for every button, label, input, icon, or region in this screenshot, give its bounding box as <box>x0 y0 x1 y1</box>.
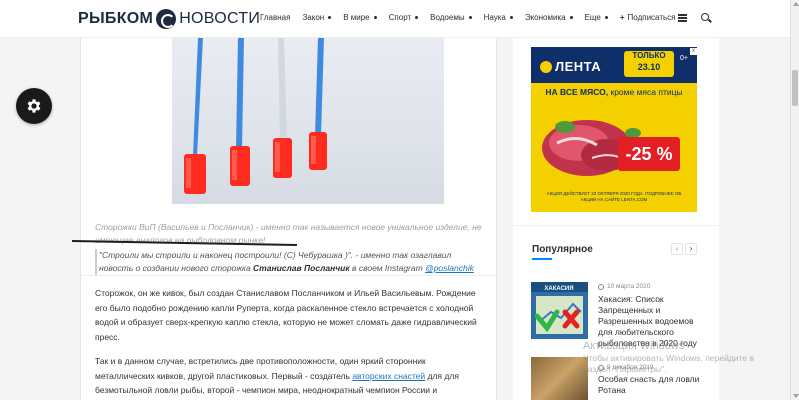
nav-item-science[interactable]: Наука <box>484 13 513 22</box>
subscribe-button[interactable]: + Подписаться <box>620 13 676 22</box>
sidebar-gap <box>497 38 513 400</box>
ad-discount-badge: -25 % <box>618 137 680 171</box>
nav-label: Еще <box>584 13 601 22</box>
ad-fine-print: АКЦИЯ ДЕЙСТВУЕТ 23 ОКТЯБРЯ 2020 ГОДА. ПО… <box>546 191 682 202</box>
subscribe-label: Подписаться <box>627 13 676 22</box>
dropdown-dot-icon <box>328 16 332 19</box>
watermark-subtitle: Чтобы активировать Windows, перейдите в … <box>583 353 754 374</box>
article-paragraph: Сторожок, он же кивок, был создан Станис… <box>95 288 477 342</box>
nav-item-waters[interactable]: Водоемы <box>430 13 472 22</box>
ad-close-icon[interactable]: x <box>690 48 697 55</box>
popular-item-date: 10 марта 2020 <box>598 283 650 290</box>
nav-item-home[interactable]: Главная <box>260 13 290 22</box>
nav-label: Закон <box>302 13 325 22</box>
quote-author: Станислав Посланчик <box>253 263 350 273</box>
nav-item-world[interactable]: В мире <box>343 13 377 22</box>
ad-date-badge: ТОЛЬКО 23.10 <box>624 51 674 77</box>
ad-offer-text: НА ВСЕ МЯСО, кроме мяса птицы <box>531 87 697 97</box>
author-tackle-link[interactable]: авторских снастей <box>352 371 425 381</box>
logo-icon <box>156 9 177 29</box>
nav-label: Спорт <box>388 13 412 22</box>
thumbnail-label: ХАКАСИЯ <box>544 286 573 292</box>
nav-item-more[interactable]: Еще <box>585 13 608 22</box>
dropdown-dot-icon <box>373 16 377 19</box>
dropdown-dot-icon <box>468 16 472 19</box>
popular-next-button[interactable]: › <box>685 243 697 255</box>
article-paragraph: Так и в данном случае, встретились две п… <box>95 354 485 398</box>
quote-divider <box>80 275 497 276</box>
nav-label: Водоемы <box>430 13 465 22</box>
windows-activation-watermark: Активация Windows Чтобы активировать Win… <box>583 340 783 375</box>
nav-item-economy[interactable]: Экономика <box>525 13 573 22</box>
page-scrollbar[interactable] <box>790 0 799 400</box>
article-quote: "Строили мы строили и наконец построили!… <box>95 249 485 275</box>
hamburger-icon[interactable] <box>678 14 687 22</box>
watermark-title: Активация Windows <box>583 340 685 352</box>
nav-item-law[interactable]: Закон <box>302 13 332 22</box>
ad-brand: ЛЕНТА <box>540 59 601 74</box>
dropdown-dot-icon <box>604 16 608 19</box>
dropdown-dot-icon <box>415 16 419 19</box>
nav-label: Экономика <box>524 13 566 22</box>
scroll-down-arrow-icon[interactable] <box>793 394 799 398</box>
article-photo-float-indicators <box>172 38 444 204</box>
lenta-flower-icon <box>540 60 552 73</box>
widget-title-underline <box>532 258 552 260</box>
khakassia-map-thumbnail: ХАКАСИЯ <box>531 282 588 339</box>
ad-offer-rest: кроме мяса птицы <box>608 87 683 97</box>
nav-item-sport[interactable]: Спорт <box>389 13 419 22</box>
search-icon[interactable] <box>701 13 709 21</box>
popular-item-thumbnail[interactable] <box>531 357 588 400</box>
settings-button[interactable] <box>16 88 52 124</box>
plus-icon: + <box>619 13 625 22</box>
site-logo[interactable]: РЫБКОМ НОВОСТИ <box>78 9 260 29</box>
dropdown-dot-icon <box>509 16 513 19</box>
nav-label: Главная <box>260 13 291 22</box>
lenta-ad-banner[interactable]: ЛЕНТА ТОЛЬКО 23.10 0+ x НА ВСЕ МЯСО, кро… <box>531 47 697 212</box>
ad-date-label: 23.10 <box>637 62 661 72</box>
nav-label: В мире <box>343 13 370 22</box>
popular-item-title[interactable]: Особая снасть для ловли Ротана <box>598 374 708 396</box>
dropdown-dot-icon <box>569 16 573 19</box>
gear-icon <box>27 99 41 113</box>
popular-widget-title: Популярное <box>532 244 593 255</box>
popular-prev-button[interactable]: ‹ <box>671 243 683 255</box>
ad-only-label: ТОЛЬКО <box>632 51 666 60</box>
scroll-thumb[interactable] <box>792 70 798 106</box>
scroll-up-arrow-icon[interactable] <box>793 2 799 6</box>
nav-label: Наука <box>483 13 506 22</box>
instagram-link[interactable]: @poslanchik <box>425 263 474 273</box>
float-indicators-illustration <box>184 38 327 194</box>
date-label: 10 марта 2020 <box>607 283 651 290</box>
quote-text-after: в своем Instagram <box>349 263 426 273</box>
ad-age-label: 0+ <box>680 55 688 62</box>
ad-offer-bold: НА ВСЕ МЯСО, <box>545 87 609 97</box>
clock-icon <box>598 283 604 290</box>
logo-text-secondary: НОВОСТИ <box>179 10 261 27</box>
site-header: РЫБКОМ НОВОСТИ Главная Закон В мире Спор… <box>0 0 790 38</box>
popular-item-thumbnail[interactable]: ХАКАСИЯ <box>531 282 588 339</box>
logo-text-primary: РЫБКОМ <box>78 10 154 27</box>
main-nav: Главная Закон В мире Спорт Водоемы Наука… <box>260 13 687 22</box>
ad-brand-label: ЛЕНТА <box>555 59 602 74</box>
